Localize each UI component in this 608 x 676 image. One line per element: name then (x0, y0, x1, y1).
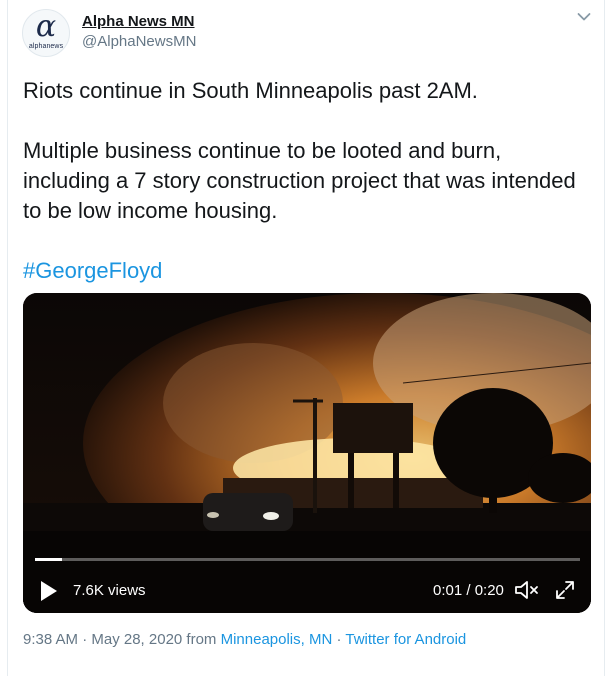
video-progress-bar[interactable] (35, 558, 580, 561)
mute-icon[interactable] (514, 579, 540, 601)
tweet-location-link[interactable]: Minneapolis, MN (221, 631, 333, 648)
hashtag-link[interactable]: #GeorgeFloyd (23, 256, 162, 286)
meta-separator: · (332, 631, 346, 648)
chevron-down-icon[interactable] (577, 12, 591, 22)
avatar-logo-glyph: α (35, 9, 57, 44)
view-count: 7.6K views (73, 582, 146, 599)
paragraph-spacer (23, 106, 583, 136)
expand-icon[interactable] (555, 580, 575, 600)
video-progress-fill (35, 558, 63, 561)
author-name[interactable]: Alpha News MN (82, 13, 195, 30)
tweet-paragraph-2: Multiple business continue to be looted … (23, 138, 576, 223)
video-time: 0:01 / 0:20 (433, 582, 504, 599)
video-frame (23, 293, 591, 613)
tweet-meta: 9:38 AM · May 28, 2020 from Minneapolis,… (23, 631, 466, 648)
play-icon[interactable] (38, 579, 60, 603)
author-handle[interactable]: @AlphaNewsMN (82, 33, 196, 50)
tweet-source-link[interactable]: Twitter for Android (345, 631, 466, 648)
avatar-logo-text: alphanews (28, 43, 64, 50)
tweet-text: Riots continue in South Minneapolis past… (23, 76, 583, 226)
tweet-timestamp[interactable]: 9:38 AM · May 28, 2020 from (23, 631, 221, 648)
video-player[interactable]: 7.6K views 0:01 / 0:20 (23, 293, 591, 613)
tweet-paragraph-1: Riots continue in South Minneapolis past… (23, 78, 478, 103)
avatar[interactable]: α alphanews (22, 9, 70, 57)
